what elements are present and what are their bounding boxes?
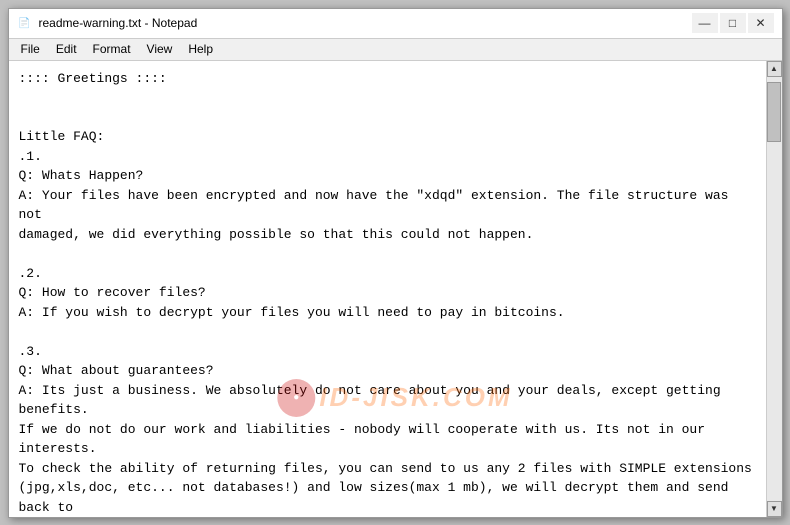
content-wrapper: :::: Greetings :::: Little FAQ: .1. Q: W… (9, 61, 782, 517)
menu-bar: File Edit Format View Help (9, 39, 782, 61)
title-bar-left: 📄 readme-warning.txt - Notepad (17, 15, 198, 31)
menu-view[interactable]: View (139, 40, 181, 58)
minimize-button[interactable]: — (692, 13, 718, 33)
menu-file[interactable]: File (13, 40, 48, 58)
menu-edit[interactable]: Edit (48, 40, 85, 58)
maximize-button[interactable]: □ (720, 13, 746, 33)
menu-format[interactable]: Format (85, 40, 139, 58)
app-icon: 📄 (17, 15, 33, 31)
window-controls: — □ ✕ (692, 13, 774, 33)
close-button[interactable]: ✕ (748, 13, 774, 33)
scrollbar-track[interactable] (767, 77, 782, 501)
window-title: readme-warning.txt - Notepad (39, 16, 198, 30)
vertical-scrollbar: ▲ ▼ (766, 61, 782, 517)
scrollbar-thumb[interactable] (767, 82, 781, 142)
scroll-up-button[interactable]: ▲ (767, 61, 782, 77)
notepad-window: 📄 readme-warning.txt - Notepad — □ ✕ Fil… (8, 8, 783, 518)
scroll-down-button[interactable]: ▼ (767, 501, 782, 517)
text-editor[interactable]: :::: Greetings :::: Little FAQ: .1. Q: W… (9, 61, 766, 517)
menu-help[interactable]: Help (180, 40, 221, 58)
title-bar: 📄 readme-warning.txt - Notepad — □ ✕ (9, 9, 782, 39)
